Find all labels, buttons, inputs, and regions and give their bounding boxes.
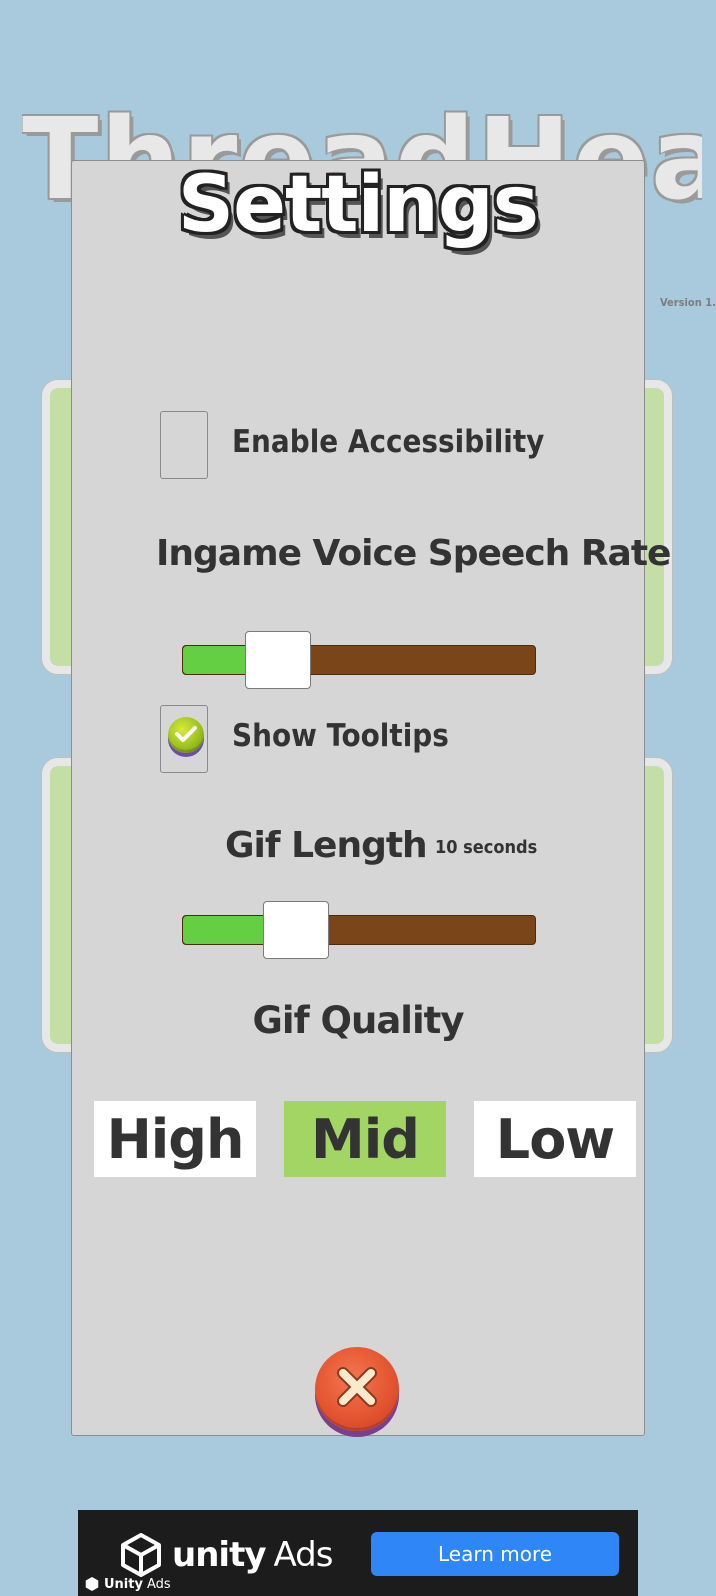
speech-rate-slider[interactable] xyxy=(182,631,536,689)
quality-mid-button[interactable]: Mid xyxy=(284,1101,446,1177)
ad-brand-suffix: Ads xyxy=(273,1535,333,1575)
gif-quality-heading: Gif Quality xyxy=(252,999,465,1042)
speech-rate-slider-handle[interactable] xyxy=(245,631,312,689)
accessibility-checkbox[interactable] xyxy=(160,411,208,479)
gif-length-value: 10 seconds xyxy=(435,837,538,858)
quality-low-button[interactable]: Low xyxy=(474,1101,636,1177)
ad-footer-brand: Unity xyxy=(104,1576,143,1592)
ad-footer-logo: Unity Ads xyxy=(84,1576,171,1592)
close-icon xyxy=(337,1367,377,1407)
gif-length-heading: Gif Length xyxy=(225,825,428,866)
ad-footer-suffix: Ads xyxy=(146,1576,171,1592)
gif-length-slider[interactable] xyxy=(182,901,536,959)
checkmark-icon xyxy=(168,717,204,753)
tooltips-label: Show Tooltips xyxy=(232,718,449,754)
quality-high-button[interactable]: High xyxy=(94,1101,256,1177)
unity-cube-icon xyxy=(121,1533,161,1577)
speech-rate-heading: Ingame Voice Speech Rate xyxy=(156,533,671,574)
settings-dialog: Settings Enable Accessibility Ingame Voi… xyxy=(71,160,671,1436)
settings-title: Settings xyxy=(177,160,539,250)
gif-length-slider-handle[interactable] xyxy=(262,901,329,959)
accessibility-label: Enable Accessibility xyxy=(232,424,545,460)
tooltips-checkbox[interactable] xyxy=(160,705,208,773)
unity-ads-logo: unity Ads xyxy=(118,1532,333,1578)
ad-brand-name: unity xyxy=(172,1535,266,1575)
ad-banner[interactable]: unity Ads Learn more Unity Ads xyxy=(78,1510,638,1596)
close-button[interactable] xyxy=(315,1347,399,1431)
unity-small-icon xyxy=(85,1577,99,1591)
learn-more-button[interactable]: Learn more xyxy=(371,1532,619,1576)
version-label: Version 1.0.0 xyxy=(660,296,716,309)
